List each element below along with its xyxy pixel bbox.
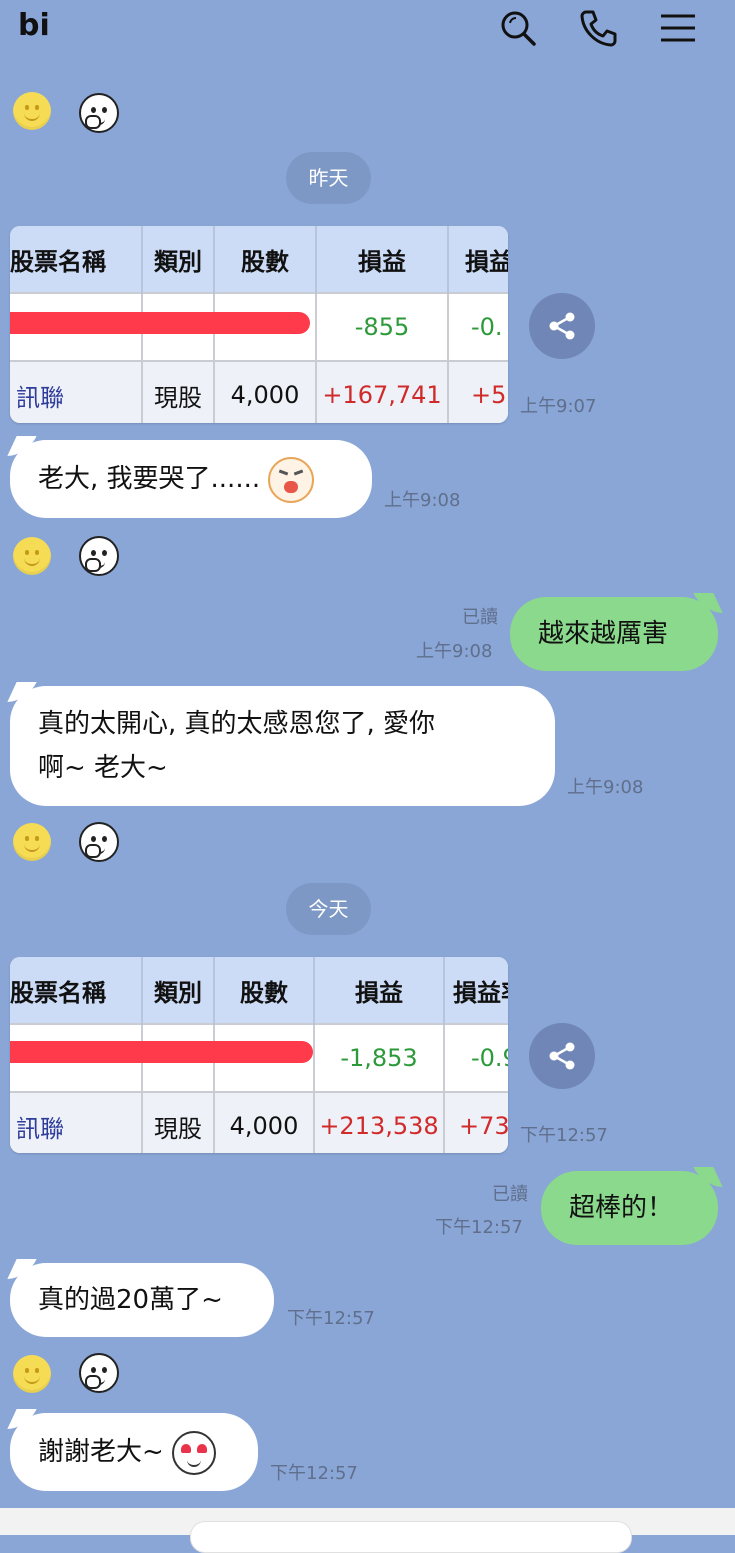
read-receipt: 已讀 <box>462 607 498 628</box>
message-text: 謝謝老大~ <box>38 1437 164 1467</box>
crying-sticker-icon <box>268 456 315 503</box>
message-text-line-2: 啊~ 老大~ <box>38 753 168 783</box>
smiley-reaction-icon[interactable] <box>13 92 51 130</box>
search-icon[interactable] <box>496 6 540 50</box>
chat-title: bi <box>18 8 50 43</box>
message-time: 下午12:57 <box>270 1463 358 1484</box>
col-header-shares: 股數 <box>214 226 317 293</box>
message-text: 越來越厲害 <box>538 619 669 649</box>
table-row: 訊聯 現股 4,000 +213,538 +73. <box>10 1091 508 1153</box>
type-cell: 現股 <box>142 360 215 423</box>
date-divider-today: 今天 <box>286 883 371 935</box>
pl-cell: -1,853 <box>314 1023 445 1092</box>
message-time: 下午12:57 <box>287 1308 375 1329</box>
message-time: 上午9:08 <box>384 490 461 511</box>
message-time: 下午12:57 <box>520 1125 608 1146</box>
sticker-reaction-icon[interactable] <box>79 93 119 133</box>
phone-icon[interactable] <box>576 6 620 50</box>
pl-rate-cell: -0. <box>448 292 508 361</box>
message-time: 上午9:08 <box>567 777 644 798</box>
table-row: 訊聯 現股 4,000 +167,741 +5 <box>10 360 508 423</box>
message-bubble-sent[interactable]: 超棒的！ <box>541 1171 718 1245</box>
message-bubble-received[interactable]: 謝謝老大~ <box>10 1413 258 1491</box>
message-time: 上午9:08 <box>416 641 493 662</box>
message-bubble-received[interactable]: 真的太開心, 真的太感恩您了, 愛你 啊~ 老大~ <box>10 686 555 806</box>
pl-cell: +167,741 <box>316 360 449 423</box>
pl-rate-cell: -0.9 <box>444 1023 508 1092</box>
message-time: 上午9:07 <box>520 396 597 417</box>
message-bubble-sent[interactable]: 越來越厲害 <box>510 597 718 671</box>
date-divider-yesterday: 昨天 <box>286 152 371 204</box>
sticker-reaction-icon[interactable] <box>79 536 119 576</box>
pl-cell: +213,538 <box>314 1091 445 1153</box>
col-header-pl: 損益 <box>316 226 449 293</box>
stock-screenshot-1[interactable]: 股票名稱 類別 股數 損益 損益 -855 -0. 訊聯 現股 4,000 +1… <box>10 226 508 423</box>
smiley-reaction-icon[interactable] <box>13 823 51 861</box>
share-button[interactable] <box>529 293 595 359</box>
message-input[interactable] <box>190 1521 632 1553</box>
col-header-type: 類別 <box>142 226 215 293</box>
col-header-shares: 股數 <box>214 957 315 1024</box>
shares-cell: 4,000 <box>214 1091 315 1153</box>
stock-name-cell: 訊聯 <box>10 1091 143 1153</box>
redaction-mark <box>10 312 310 334</box>
stock-screenshot-2[interactable]: 股票名稱 類別 股數 損益 損益率 -1,853 -0.9 訊聯 現股 4,00… <box>10 957 508 1153</box>
col-header-pl-rate: 損益率 <box>444 957 508 1024</box>
sticker-reaction-icon[interactable] <box>79 822 119 862</box>
share-button[interactable] <box>529 1023 595 1089</box>
message-bubble-received[interactable]: 真的過20萬了~ <box>10 1263 274 1337</box>
sticker-reaction-icon[interactable] <box>79 1353 119 1393</box>
menu-icon[interactable] <box>656 6 700 50</box>
message-bubble-received[interactable]: 老大, 我要哭了...... <box>10 440 372 518</box>
smiley-reaction-icon[interactable] <box>13 1355 51 1393</box>
message-text: 真的過20萬了~ <box>38 1285 223 1315</box>
heart-eyes-icon <box>172 1430 217 1475</box>
message-text: 超棒的！ <box>569 1193 674 1223</box>
read-receipt: 已讀 <box>492 1184 528 1205</box>
stock-name-cell: 訊聯 <box>10 360 143 423</box>
col-header-type: 類別 <box>142 957 215 1024</box>
pl-cell: -855 <box>316 292 449 361</box>
col-header-pl: 損益 <box>314 957 445 1024</box>
redaction-mark <box>10 1041 313 1063</box>
pl-rate-cell: +5 <box>448 360 508 423</box>
smiley-reaction-icon[interactable] <box>13 537 51 575</box>
col-header-name: 股票名稱 <box>10 957 143 1024</box>
message-text: 老大, 我要哭了...... <box>38 464 261 494</box>
col-header-name: 股票名稱 <box>10 226 143 293</box>
col-header-pl-rate: 損益 <box>448 226 508 293</box>
type-cell: 現股 <box>142 1091 215 1153</box>
message-time: 下午12:57 <box>435 1217 523 1238</box>
message-text-line-1: 真的太開心, 真的太感恩您了, 愛你 <box>38 709 436 739</box>
shares-cell: 4,000 <box>214 360 317 423</box>
pl-rate-cell: +73. <box>444 1091 508 1153</box>
share-icon <box>549 312 575 340</box>
share-icon <box>549 1042 575 1070</box>
